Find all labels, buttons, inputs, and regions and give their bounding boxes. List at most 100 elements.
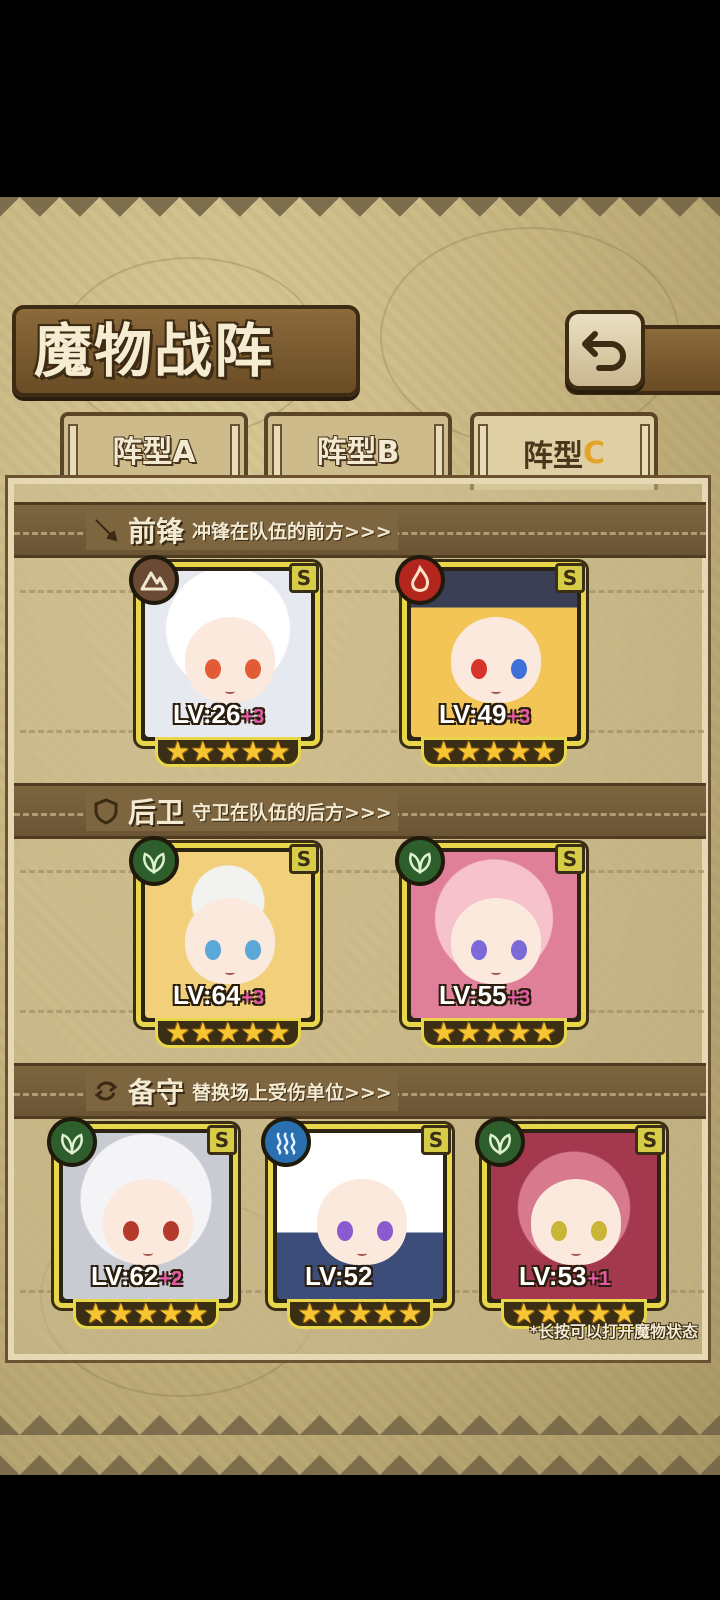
star-icon: ★ xyxy=(431,1016,457,1049)
unit-card-reserve-2[interactable]: S LV:52 ★ ★ ★ ★ ★ xyxy=(261,1117,452,1329)
unit-level: LV:55 +3 xyxy=(439,980,530,1014)
rank-badge: S xyxy=(289,844,319,874)
tab-letter: C xyxy=(582,435,606,471)
row-divider xyxy=(20,590,704,593)
section-header-reserve: 备守 替换场上受伤单位>>> xyxy=(86,1071,398,1111)
torn-edge-top xyxy=(0,197,720,237)
star-icon: ★ xyxy=(456,735,482,768)
leaf-element-icon xyxy=(395,836,445,886)
section-title-front: 前锋 xyxy=(128,515,185,548)
tab-formation-b[interactable]: 阵型B xyxy=(264,412,452,482)
star-icon: ★ xyxy=(240,1016,266,1049)
rank-badge: S xyxy=(207,1125,237,1155)
leaf-element-icon xyxy=(475,1117,525,1167)
level-value: LV:55 xyxy=(439,980,507,1010)
star-rating: ★ ★ ★ ★ ★ xyxy=(421,1018,567,1048)
star-icon: ★ xyxy=(397,1297,423,1330)
star-icon: ★ xyxy=(165,735,191,768)
tab-rail xyxy=(230,424,240,480)
level-value: LV:62 xyxy=(91,1261,159,1291)
star-icon: ★ xyxy=(133,1297,159,1330)
leaf-element-icon xyxy=(129,836,179,886)
return-arrow-icon xyxy=(582,331,626,371)
tab-rail xyxy=(640,424,650,480)
sword-icon xyxy=(95,519,118,542)
unit-card-reserve-3[interactable]: S LV:53 +1 ★ ★ ★ ★ ★ xyxy=(475,1117,666,1329)
unit-level: LV:62 +2 xyxy=(91,1261,182,1295)
unit-card-rear-2[interactable]: S LV:55 +3 ★ ★ ★ ★ ★ xyxy=(395,836,586,1048)
star-icon: ★ xyxy=(431,735,457,768)
tab-rail xyxy=(272,424,282,480)
tab-rail xyxy=(434,424,444,480)
section-title-rear: 后卫 xyxy=(128,796,185,829)
star-icon: ★ xyxy=(190,1016,216,1049)
water-element-icon xyxy=(261,1117,311,1167)
section-desc-rear: 守卫在队伍的后方>>> xyxy=(192,801,392,824)
level-bonus: +1 xyxy=(587,1268,611,1290)
top-letterbox xyxy=(0,0,720,197)
level-bonus: +3 xyxy=(241,706,265,728)
level-bonus: +3 xyxy=(507,706,531,728)
star-rating: ★ ★ ★ ★ ★ xyxy=(421,737,567,767)
level-value: LV:26 xyxy=(173,699,241,729)
star-icon: ★ xyxy=(322,1297,348,1330)
star-icon: ★ xyxy=(481,735,507,768)
level-value: LV:49 xyxy=(439,699,507,729)
star-rating: ★ ★ ★ ★ ★ xyxy=(73,1299,219,1329)
page-title: 魔物战阵 xyxy=(34,317,275,385)
level-value: LV:64 xyxy=(173,980,241,1010)
star-icon: ★ xyxy=(240,735,266,768)
fire-element-icon xyxy=(395,555,445,605)
star-icon: ★ xyxy=(347,1297,373,1330)
star-icon: ★ xyxy=(165,1016,191,1049)
unit-level: LV:52 xyxy=(305,1261,373,1295)
bottom-letterbox xyxy=(0,1475,720,1600)
section-header-front: 前锋 冲锋在队伍的前方>>> xyxy=(86,510,398,550)
level-value: LV:53 xyxy=(519,1261,587,1291)
earth-element-icon xyxy=(129,555,179,605)
unit-card-reserve-1[interactable]: S LV:62 +2 ★ ★ ★ ★ ★ xyxy=(47,1117,238,1329)
back-button[interactable] xyxy=(565,310,645,390)
rank-badge: S xyxy=(555,844,585,874)
row-divider xyxy=(20,870,704,873)
section-desc-front: 冲锋在队伍的前方>>> xyxy=(192,520,392,543)
leaf-element-icon xyxy=(47,1117,97,1167)
row-divider xyxy=(20,730,704,733)
unit-level: LV:64 +3 xyxy=(173,980,264,1014)
tab-label: 阵型B xyxy=(316,435,400,470)
rank-badge: S xyxy=(289,563,319,593)
star-icon: ★ xyxy=(83,1297,109,1330)
star-icon: ★ xyxy=(506,735,532,768)
torn-edge-bottom xyxy=(0,1415,720,1475)
tab-rail xyxy=(478,424,488,480)
tab-label: 阵型A xyxy=(112,435,196,470)
unit-level: LV:26 +3 xyxy=(173,699,264,733)
unit-card-front-1[interactable]: S LV:26 +3 ★ ★ ★ ★ ★ xyxy=(129,555,320,767)
star-icon: ★ xyxy=(158,1297,184,1330)
section-title-reserve: 备守 xyxy=(128,1076,185,1109)
level-value: LV:52 xyxy=(305,1261,373,1291)
unit-card-rear-1[interactable]: S LV:64 +3 ★ ★ ★ ★ ★ xyxy=(129,836,320,1048)
unit-level: LV:49 +3 xyxy=(439,699,530,733)
tab-formation-a[interactable]: 阵型A xyxy=(60,412,248,482)
star-rating: ★ ★ ★ ★ ★ xyxy=(287,1299,433,1329)
star-icon: ★ xyxy=(531,735,557,768)
unit-card-front-2[interactable]: S LV:49 +3 ★ ★ ★ ★ ★ xyxy=(395,555,586,767)
star-icon: ★ xyxy=(215,1016,241,1049)
long-press-hint: *长按可以打开魔物状态 xyxy=(529,1322,698,1341)
star-icon: ★ xyxy=(297,1297,323,1330)
rank-badge: S xyxy=(421,1125,451,1155)
star-icon: ★ xyxy=(506,1016,532,1049)
level-bonus: +2 xyxy=(159,1268,183,1290)
unit-level: LV:53 +1 xyxy=(519,1261,610,1295)
row-divider xyxy=(20,1010,704,1013)
rank-badge: S xyxy=(555,563,585,593)
level-bonus: +3 xyxy=(241,987,265,1009)
star-rating: ★ ★ ★ ★ ★ xyxy=(155,1018,301,1048)
tab-label: 阵型 xyxy=(522,439,583,474)
star-icon: ★ xyxy=(265,735,291,768)
section-header-rear: 后卫 守卫在队伍的后方>>> xyxy=(86,791,398,831)
shield-icon xyxy=(94,798,118,825)
star-icon: ★ xyxy=(183,1297,209,1330)
star-rating: ★ ★ ★ ★ ★ xyxy=(155,737,301,767)
